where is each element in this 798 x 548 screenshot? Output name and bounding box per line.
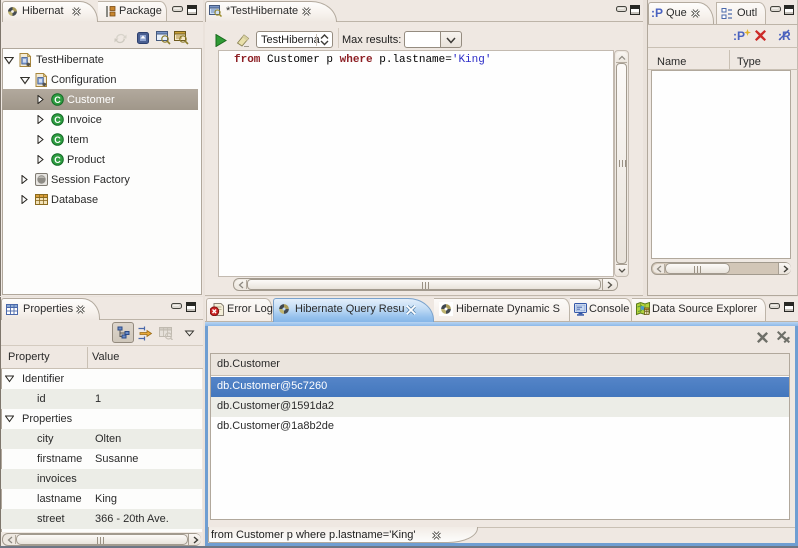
svg-text:C: C (54, 115, 61, 125)
svg-text:C: C (54, 135, 61, 145)
svg-text:C: C (54, 95, 61, 105)
svg-text:C: C (54, 155, 61, 165)
